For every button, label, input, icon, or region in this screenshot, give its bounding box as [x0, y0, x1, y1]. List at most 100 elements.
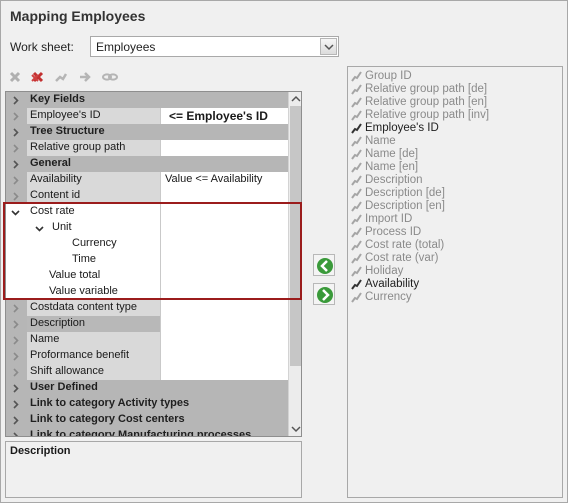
chevron-right-icon[interactable]	[11, 432, 20, 437]
chevron-right-icon[interactable]	[11, 160, 20, 169]
chevron-right-icon[interactable]	[11, 336, 20, 345]
dropdown-arrow-button[interactable]	[320, 38, 337, 55]
grid-row[interactable]: Relative group path	[6, 140, 288, 156]
property-value[interactable]	[161, 268, 288, 284]
grid-rows: Key Fields Employee's ID <= Employee's ID T…	[6, 92, 288, 437]
row-gutter	[6, 140, 27, 156]
property-name: Description	[27, 316, 161, 332]
grid-row[interactable]: Content id	[6, 188, 288, 204]
chevron-down-icon[interactable]	[35, 224, 44, 233]
grid-row[interactable]: Value total	[6, 268, 288, 284]
property-value[interactable]	[161, 204, 288, 220]
grid-row[interactable]: Availability Value <= Availability	[6, 172, 288, 188]
grid-category[interactable]: User Defined	[6, 380, 288, 396]
grid-category[interactable]: General	[6, 156, 288, 172]
map-right-button[interactable]	[313, 283, 335, 305]
source-fields-list[interactable]: Group ID Relative group path [de] Relative…	[347, 66, 563, 498]
property-value[interactable]	[161, 236, 288, 252]
property-value[interactable]	[161, 252, 288, 268]
chevron-right-icon[interactable]	[11, 144, 20, 153]
field-link-icon	[351, 84, 362, 95]
chevron-right-icon[interactable]	[11, 128, 20, 137]
row-gutter	[6, 204, 27, 220]
map-button[interactable]	[52, 68, 70, 86]
property-value[interactable]	[161, 316, 288, 332]
property-name: Content id	[27, 188, 161, 204]
grid-row[interactable]: Costdata content type	[6, 300, 288, 316]
property-value[interactable]: Value <= Availability	[161, 172, 288, 188]
grid-category[interactable]: Link to category Cost centers	[6, 412, 288, 428]
property-value[interactable]	[161, 364, 288, 380]
grid-category[interactable]: Link to category Activity types	[6, 396, 288, 412]
grid-row[interactable]: Value variable	[6, 284, 288, 300]
scroll-up-icon[interactable]	[291, 95, 301, 103]
grid-row[interactable]: Unit	[6, 220, 288, 236]
row-gutter	[6, 300, 27, 316]
property-name: Unit	[27, 220, 161, 236]
field-label: Relative group path [inv]	[365, 109, 490, 121]
property-value[interactable]	[161, 348, 288, 364]
property-value[interactable]	[161, 300, 288, 316]
property-value[interactable]	[161, 188, 288, 204]
field-link-icon	[351, 71, 362, 82]
field-label: Availability	[365, 278, 420, 290]
chevron-right-icon[interactable]	[11, 368, 20, 377]
chevron-right-icon[interactable]	[11, 352, 20, 361]
scroll-down-icon[interactable]	[291, 425, 301, 433]
property-value[interactable]	[161, 140, 288, 156]
chevron-right-icon[interactable]	[11, 400, 20, 409]
row-gutter	[6, 220, 27, 236]
worksheet-select[interactable]: Employees	[90, 36, 339, 57]
row-gutter	[6, 172, 27, 188]
unmap-left-button[interactable]	[313, 254, 335, 276]
grid-row[interactable]: Employee's ID <= Employee's ID	[6, 108, 288, 124]
delete-button[interactable]	[6, 68, 24, 86]
chevron-right-icon[interactable]	[11, 384, 20, 393]
field-link-icon	[351, 123, 362, 134]
grid-row[interactable]: Name	[6, 332, 288, 348]
move-button[interactable]	[76, 68, 94, 86]
grid-category[interactable]: Tree Structure	[6, 124, 288, 140]
delete-all-button[interactable]	[28, 68, 46, 86]
chevron-right-icon[interactable]	[11, 112, 20, 121]
row-gutter	[6, 396, 27, 412]
property-value[interactable]	[161, 332, 288, 348]
chevron-down-icon[interactable]	[11, 208, 20, 217]
delete-icon	[9, 71, 21, 83]
grid-row[interactable]: Description	[6, 316, 288, 332]
grid-category[interactable]: Key Fields	[6, 92, 288, 108]
grid-row[interactable]: Currency	[6, 236, 288, 252]
chevron-right-icon[interactable]	[11, 192, 20, 201]
property-name: Cost rate	[27, 204, 161, 220]
grid-scrollbar[interactable]	[288, 92, 301, 436]
chain-button[interactable]	[100, 68, 118, 86]
field-label: Employee's ID	[365, 122, 439, 134]
grid-category[interactable]: Link to category Manufacturing processes	[6, 428, 288, 437]
chevron-down-icon	[324, 44, 334, 51]
property-grid[interactable]: Key Fields Employee's ID <= Employee's ID T…	[5, 91, 302, 437]
field-label: Description [en]	[365, 200, 445, 212]
chevron-right-icon[interactable]	[11, 416, 20, 425]
field-link-icon	[351, 97, 362, 108]
chevron-right-icon[interactable]	[11, 96, 20, 105]
category-label: Key Fields	[27, 92, 288, 108]
grid-row[interactable]: Shift allowance	[6, 364, 288, 380]
chevron-right-icon[interactable]	[11, 304, 20, 313]
grid-row[interactable]: Proformance benefit	[6, 348, 288, 364]
field-label: Relative group path [en]	[365, 96, 488, 108]
grid-row[interactable]: Time	[6, 252, 288, 268]
field-label: Name	[365, 135, 396, 147]
property-value[interactable]: <= Employee's ID	[161, 108, 288, 124]
chevron-right-icon[interactable]	[11, 320, 20, 329]
chevron-right-icon[interactable]	[11, 176, 20, 185]
category-label: Link to category Cost centers	[27, 412, 288, 428]
row-gutter	[6, 380, 27, 396]
property-value[interactable]	[161, 220, 288, 236]
scroll-thumb[interactable]	[290, 106, 301, 366]
category-label: General	[27, 156, 288, 172]
property-value[interactable]	[161, 284, 288, 300]
property-name: Relative group path	[27, 140, 161, 156]
property-name: Availability	[27, 172, 161, 188]
grid-row[interactable]: Cost rate	[6, 204, 288, 220]
field-link-icon	[351, 136, 362, 147]
